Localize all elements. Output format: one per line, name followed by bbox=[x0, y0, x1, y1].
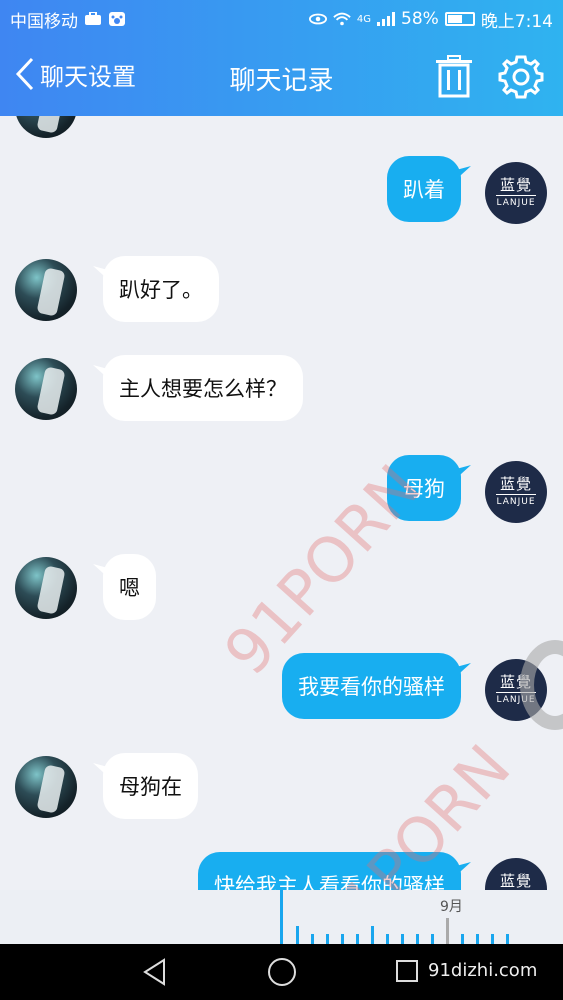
timeline-cursor[interactable] bbox=[280, 890, 283, 944]
message-row: 快给我主人看看你的骚样 蓝覺 LANJUE bbox=[0, 852, 563, 890]
message-bubble-in[interactable]: 主人想要怎么样？ bbox=[103, 355, 303, 421]
avatar-logo-cn: 蓝覺 bbox=[499, 176, 532, 194]
timeline-tick bbox=[476, 934, 479, 944]
nav-recent-icon[interactable] bbox=[396, 960, 418, 982]
wifi-icon bbox=[333, 12, 351, 26]
clock: 晚上7:14 bbox=[480, 11, 553, 32]
timeline-tick bbox=[311, 934, 314, 944]
contact-avatar[interactable] bbox=[15, 557, 77, 619]
message-row: 嗯 bbox=[0, 554, 563, 624]
avatar-logo-en: LANJUE bbox=[496, 494, 536, 508]
eye-icon bbox=[308, 13, 327, 25]
carrier-label: 中国移动 bbox=[10, 11, 78, 32]
briefcase-icon bbox=[85, 12, 101, 25]
contact-avatar[interactable] bbox=[15, 116, 77, 138]
system-nav-bar: 91dizhi.com bbox=[0, 944, 563, 1000]
timeline-tick bbox=[446, 918, 449, 944]
message-bubble-in[interactable]: 母狗在 bbox=[103, 753, 198, 819]
nav-home-icon[interactable] bbox=[268, 958, 296, 986]
message-row: 我要看你的骚样 蓝覺 LANJUE bbox=[0, 653, 563, 723]
timeline-tick bbox=[461, 934, 464, 944]
battery-percent: 58% bbox=[401, 9, 439, 29]
message-bubble-out[interactable]: 母狗 bbox=[387, 455, 461, 521]
contact-avatar[interactable] bbox=[15, 358, 77, 420]
timeline-tick bbox=[491, 934, 494, 944]
timeline-tick bbox=[401, 934, 404, 944]
timeline-month-label: 9月 bbox=[440, 899, 463, 915]
timeline-tick bbox=[431, 934, 434, 944]
timeline-tick bbox=[386, 934, 389, 944]
timeline-tick bbox=[416, 934, 419, 944]
gear-icon[interactable] bbox=[498, 54, 544, 100]
message-bubble-out[interactable]: 快给我主人看看你的骚样 bbox=[198, 852, 461, 890]
message-bubble-out[interactable]: 我要看你的骚样 bbox=[282, 653, 461, 719]
contact-avatar[interactable] bbox=[15, 756, 77, 818]
message-row: 趴好了。 bbox=[0, 256, 563, 326]
contact-avatar[interactable] bbox=[15, 259, 77, 321]
message-row-partial bbox=[0, 116, 563, 138]
network-type: 4G bbox=[356, 13, 372, 25]
message-row: 趴着 蓝覺 LANJUE bbox=[0, 156, 563, 226]
message-bubble-out[interactable]: 趴着 bbox=[387, 156, 461, 222]
back-label: 聊天设置 bbox=[40, 62, 136, 91]
message-bubble-in[interactable]: 趴好了。 bbox=[103, 256, 219, 322]
timeline-tick bbox=[341, 934, 344, 944]
avatar-logo-cn: 蓝覺 bbox=[499, 872, 532, 890]
battery-icon bbox=[444, 12, 475, 26]
chevron-left-icon bbox=[15, 57, 34, 91]
status-bar: 中国移动 4G 58% 晚上7:14 bbox=[0, 0, 563, 38]
message-row: 母狗在 bbox=[0, 753, 563, 823]
avatar-logo-en: LANJUE bbox=[496, 195, 536, 209]
timeline-scrubber[interactable]: 9月 bbox=[0, 890, 563, 944]
message-bubble-in[interactable]: 嗯 bbox=[103, 554, 156, 620]
trash-icon[interactable] bbox=[432, 54, 476, 98]
nav-back-icon[interactable] bbox=[142, 958, 168, 986]
page-title: 聊天记录 bbox=[229, 66, 334, 96]
my-avatar[interactable]: 蓝覺 LANJUE bbox=[485, 461, 547, 523]
timeline-tick bbox=[296, 926, 299, 944]
timeline-tick bbox=[506, 934, 509, 944]
timeline-tick bbox=[356, 934, 359, 944]
message-row: 主人想要怎么样？ bbox=[0, 355, 563, 425]
back-button[interactable]: 聊天设置 bbox=[14, 56, 136, 92]
message-row: 母狗 蓝覺 LANJUE bbox=[0, 455, 563, 525]
chat-area[interactable]: 趴着 蓝覺 LANJUE 趴好了。 主人想要怎么样？ 母狗 蓝覺 LANJUE … bbox=[0, 116, 563, 890]
title-bar: 聊天设置 聊天记录 bbox=[0, 38, 563, 116]
timeline-tick bbox=[371, 926, 374, 944]
signal-icon bbox=[377, 12, 396, 26]
paw-icon bbox=[109, 12, 125, 26]
my-avatar[interactable]: 蓝覺 LANJUE bbox=[485, 162, 547, 224]
my-avatar[interactable]: 蓝覺 LANJUE bbox=[485, 858, 547, 890]
avatar-logo-cn: 蓝覺 bbox=[499, 475, 532, 493]
timeline-tick bbox=[326, 934, 329, 944]
site-watermark: 91dizhi.com bbox=[428, 960, 538, 981]
